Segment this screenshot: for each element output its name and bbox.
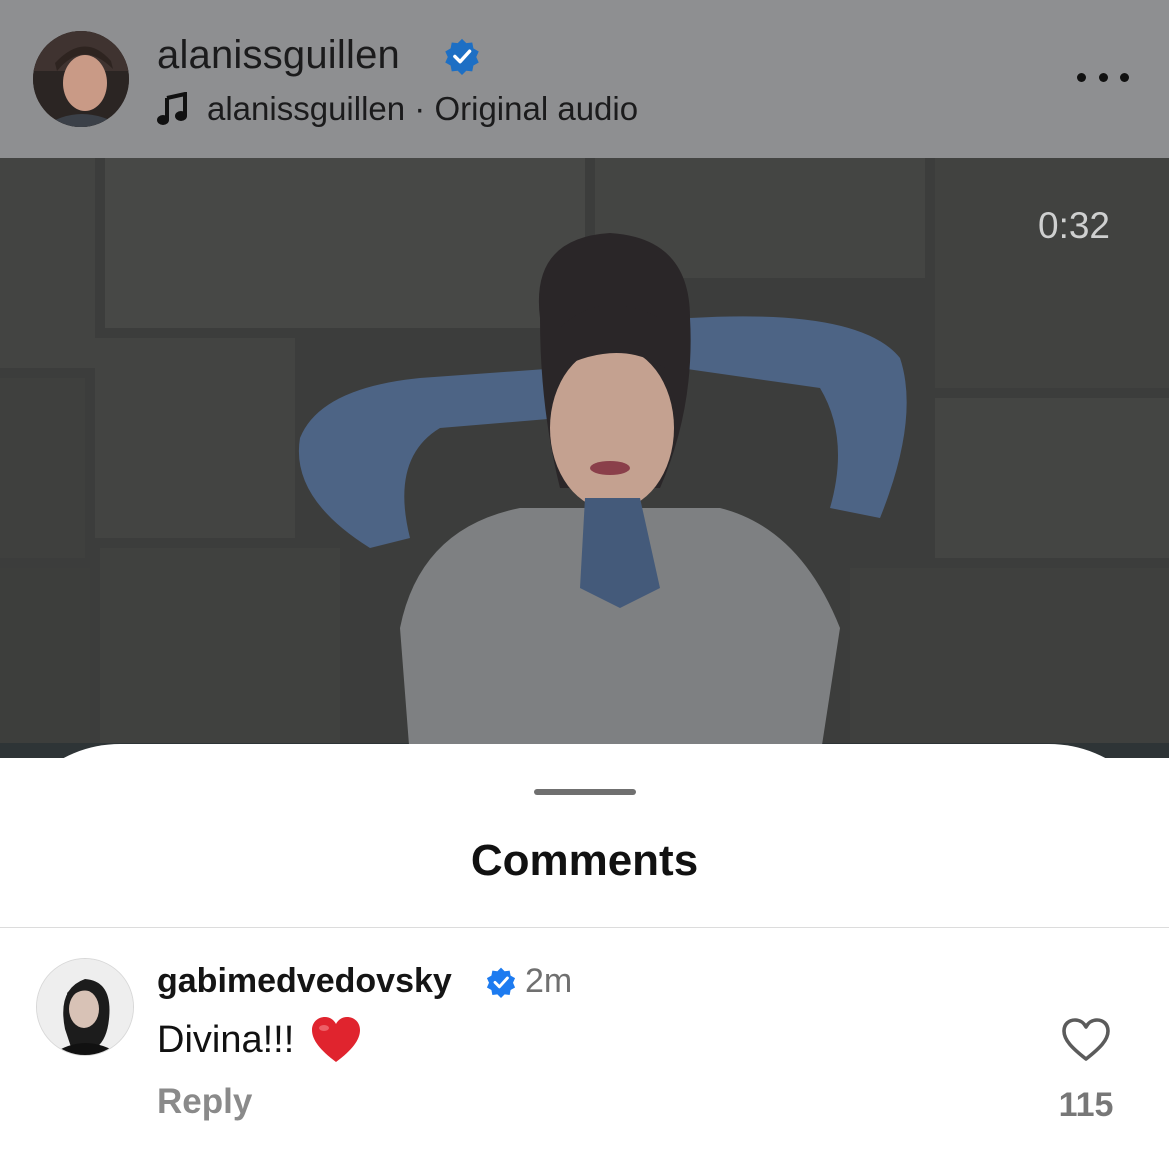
comment-text: Divina!!! (157, 1016, 362, 1064)
more-dot (1077, 72, 1086, 82)
more-dot (1098, 72, 1108, 82)
reel-video[interactable]: 0:32 (0, 158, 1169, 758)
audio-label: alanissguillen · Original audio (207, 90, 639, 127)
reply-button[interactable]: Reply (157, 1082, 252, 1122)
red-heart-emoji-icon (312, 1017, 361, 1062)
sheet-grabber-handle[interactable] (534, 789, 636, 795)
author-username[interactable]: alanissguillen (157, 33, 400, 78)
reel-header: alanissguillen alanissguillen · Original… (0, 0, 1169, 158)
divider (0, 927, 1169, 928)
music-note-icon (157, 92, 187, 125)
video-frame-image (0, 158, 1169, 758)
commenter-avatar-image (37, 959, 133, 1055)
author-avatar-image (33, 31, 129, 127)
verified-badge-icon (445, 38, 479, 75)
commenter-avatar[interactable] (36, 958, 134, 1056)
more-options-button[interactable] (1077, 64, 1129, 90)
comment-body: Divina!!! (157, 1018, 295, 1061)
like-count: 115 (1058, 1086, 1114, 1124)
original-audio-link[interactable]: alanissguillen · Original audio (157, 88, 638, 130)
verified-badge-icon (486, 967, 516, 998)
like-heart-icon[interactable] (1060, 1016, 1112, 1064)
comment-timestamp: 2m (525, 962, 573, 1000)
comments-title: Comments (470, 836, 699, 885)
author-avatar[interactable] (33, 31, 129, 127)
more-dot (1120, 72, 1129, 82)
video-timer: 0:32 (1038, 205, 1111, 246)
commenter-username[interactable]: gabimedvedovsky (157, 962, 452, 1001)
